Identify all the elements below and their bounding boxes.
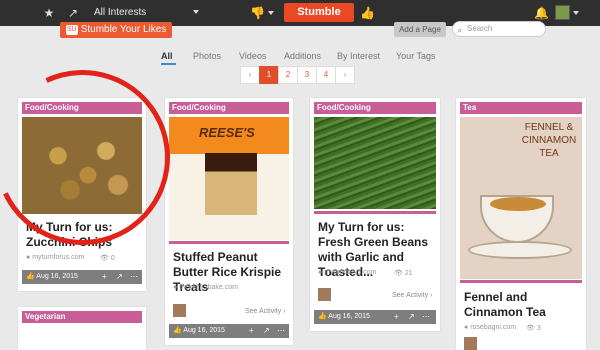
- card-source: ● thebkin...bake.com: [173, 284, 238, 291]
- pagination: ‹ 1 2 3 4 ›: [240, 66, 355, 84]
- card-peanut-butter-treats[interactable]: Food/Cooking REESE'S Stuffed Peanut Butt…: [165, 98, 293, 345]
- add-icon[interactable]: +: [249, 324, 254, 338]
- card-footer: 👍 Aug 16, 2015 + ↗ ⋯: [314, 310, 436, 324]
- interest-tag[interactable]: Tea: [460, 102, 582, 114]
- add-icon[interactable]: +: [102, 270, 107, 284]
- view-count: 👁 0: [100, 255, 115, 262]
- thumbs-down-icon[interactable]: 👎: [250, 6, 265, 20]
- more-icon[interactable]: ⋯: [277, 324, 285, 338]
- interest-tag[interactable]: Food/Cooking: [314, 102, 436, 114]
- tab-additions[interactable]: Additions: [284, 51, 321, 61]
- search-icon: ⌕: [457, 25, 463, 35]
- chevron-down-icon[interactable]: [268, 11, 274, 15]
- chevron-down-icon: [193, 10, 200, 15]
- reeses-wrapper-text: REESE'S: [199, 125, 255, 140]
- interest-tag[interactable]: Food/Cooking: [169, 102, 289, 114]
- avatar[interactable]: [173, 304, 186, 317]
- more-icon[interactable]: ⋯: [130, 270, 138, 284]
- share-icon[interactable]: ↗: [263, 324, 270, 338]
- share-icon[interactable]: ↗: [408, 310, 415, 324]
- like-date: 👍 Aug 16, 2015: [26, 273, 78, 280]
- prev-page-button[interactable]: ‹: [240, 66, 260, 84]
- tab-your-tags[interactable]: Your Tags: [396, 51, 436, 61]
- card-title[interactable]: Fennel and Cinnamon Tea: [464, 290, 584, 320]
- like-date: 👍 Aug 16, 2015: [173, 327, 225, 334]
- page-4[interactable]: 4: [316, 66, 336, 84]
- card-image[interactable]: REESE'S: [169, 117, 289, 240]
- stumble-button[interactable]: Stumble: [284, 3, 354, 22]
- page-2[interactable]: 2: [278, 66, 298, 84]
- card-fennel-tea[interactable]: Tea FENNEL & CINNAMON TEA Fennel and Cin…: [456, 98, 586, 350]
- interests-dropdown[interactable]: All Interests: [94, 7, 200, 18]
- tab-by-interest[interactable]: By Interest: [337, 51, 380, 61]
- card-vegetarian[interactable]: Vegetarian: [18, 307, 146, 350]
- active-tab-indicator: [161, 63, 176, 65]
- share-icon[interactable]: ↗: [66, 6, 80, 20]
- share-icon[interactable]: ↗: [116, 270, 123, 284]
- tab-photos[interactable]: Photos: [193, 51, 221, 61]
- view-count: 👁 3: [526, 325, 541, 332]
- tab-videos[interactable]: Videos: [239, 51, 266, 61]
- add-icon[interactable]: +: [394, 310, 399, 324]
- card-green-beans[interactable]: Food/Cooking My Turn for us: Fresh Green…: [310, 98, 440, 331]
- interests-label: All Interests: [94, 7, 147, 18]
- card-divider: [314, 211, 436, 214]
- stumbleupon-logo-icon: SU: [65, 25, 78, 35]
- stumble-your-likes-button[interactable]: SU Stumble Your Likes: [60, 22, 172, 38]
- like-date: 👍 Aug 16, 2015: [318, 313, 370, 320]
- star-icon[interactable]: ★: [42, 6, 56, 20]
- avatar[interactable]: [555, 5, 570, 20]
- likes-label: Stumble Your Likes: [80, 24, 167, 35]
- thumbs-up-icon[interactable]: 👍: [360, 6, 375, 20]
- more-icon[interactable]: ⋯: [422, 310, 430, 324]
- search-input[interactable]: ⌕ Search: [452, 21, 546, 37]
- next-page-button[interactable]: ›: [335, 66, 355, 84]
- tab-all[interactable]: All: [161, 51, 173, 61]
- card-footer: 👍 Aug 16, 2015 + ↗ ⋯: [22, 270, 142, 284]
- card-source: ● rosebagni.com: [464, 324, 517, 331]
- interest-tag[interactable]: Vegetarian: [22, 311, 142, 323]
- search-placeholder: Search: [467, 24, 493, 33]
- card-source: ● myturnforus.com: [318, 269, 377, 276]
- view-count: 👁 21: [394, 270, 413, 277]
- avatar[interactable]: [464, 337, 477, 350]
- see-activity-link[interactable]: See Activity ›: [392, 292, 432, 299]
- card-footer: 👍 Aug 16, 2015 + ↗ ⋯: [169, 324, 289, 338]
- chevron-down-icon[interactable]: [573, 11, 579, 15]
- avatar[interactable]: [318, 288, 331, 301]
- card-source: ● myturnforus.com: [26, 254, 85, 261]
- card-image[interactable]: [314, 117, 436, 209]
- page-1[interactable]: 1: [259, 66, 279, 84]
- card-divider: [169, 241, 289, 244]
- add-page-button[interactable]: Add a Page: [394, 22, 446, 37]
- tea-image-text: FENNEL & CINNAMON TEA: [521, 122, 577, 159]
- page-3[interactable]: 3: [297, 66, 317, 84]
- bell-icon[interactable]: 🔔: [534, 6, 549, 20]
- card-divider: [460, 280, 582, 283]
- card-image[interactable]: FENNEL & CINNAMON TEA: [460, 117, 582, 279]
- see-activity-link[interactable]: See Activity ›: [245, 308, 285, 315]
